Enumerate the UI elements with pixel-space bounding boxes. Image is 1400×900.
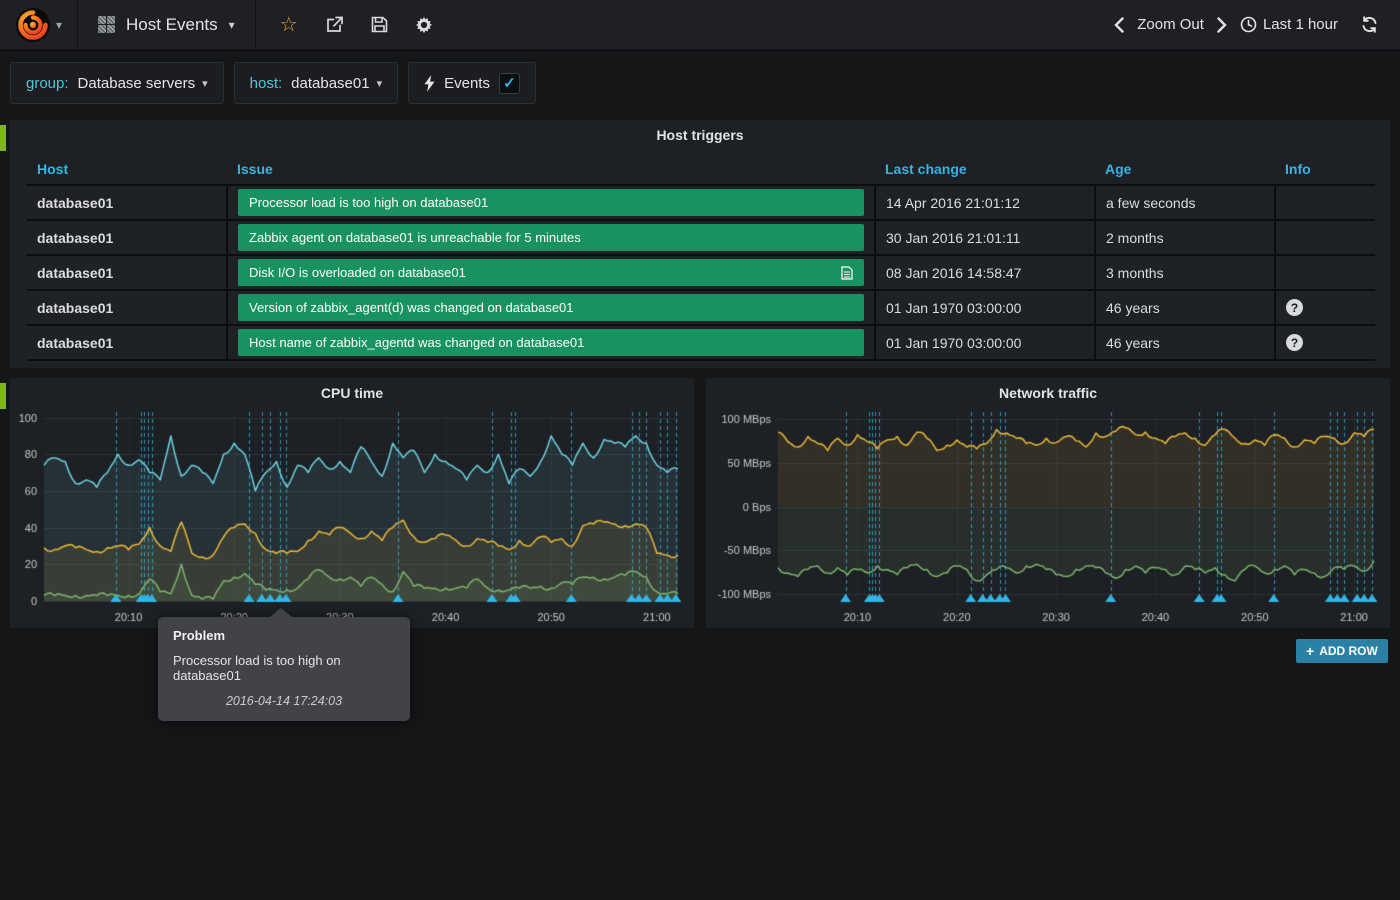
- info-cell: [1275, 255, 1375, 290]
- events-checkbox[interactable]: ✓: [499, 73, 520, 94]
- age-cell: 46 years: [1095, 290, 1275, 325]
- clock-icon: [1240, 16, 1257, 33]
- dashboard-title-caret: ▾: [229, 18, 235, 32]
- last-change-cell: 30 Jan 2016 21:01:11: [875, 220, 1095, 255]
- settings-gear-icon[interactable]: [415, 16, 433, 34]
- chevron-down-icon: ▾: [377, 77, 383, 90]
- chevron-down-icon: ▾: [202, 77, 208, 90]
- triggers-table: Host Issue Last change Age Info database…: [27, 154, 1375, 361]
- issue-text: Disk I/O is overloaded on database01: [249, 265, 466, 280]
- question-circle-icon[interactable]: ?: [1286, 334, 1303, 351]
- dashboard-actions: ☆: [256, 15, 457, 35]
- save-icon[interactable]: [371, 16, 388, 33]
- dashboard-grid-icon: [98, 16, 115, 33]
- time-range-picker[interactable]: Last 1 hour: [1240, 16, 1338, 33]
- age-cell: 3 months: [1095, 255, 1275, 290]
- host-cell: database01: [27, 290, 227, 325]
- column-header-last-change[interactable]: Last change: [875, 154, 1095, 185]
- logo-dropdown-caret: ▾: [56, 18, 62, 32]
- age-cell: a few seconds: [1095, 185, 1275, 220]
- cpu-time-panel: CPU time: [10, 378, 694, 628]
- dashboard-title: Host Events: [126, 15, 218, 35]
- trigger-severity-badge[interactable]: Host name of zabbix_agentd was changed o…: [238, 329, 864, 356]
- time-range-label: Last 1 hour: [1263, 16, 1338, 33]
- column-header-host[interactable]: Host: [27, 154, 227, 185]
- cpu-chart-canvas[interactable]: [10, 402, 694, 628]
- table-row: database01 Disk I/O is overloaded on dat…: [27, 255, 1375, 290]
- row-collapse-handle[interactable]: [0, 383, 6, 409]
- dashboard-picker[interactable]: Host Events ▾: [78, 0, 256, 51]
- group-variable-label: group:: [26, 75, 69, 92]
- issue-text: Host name of zabbix_agentd was changed o…: [249, 335, 584, 350]
- issue-text: Zabbix agent on database01 is unreachabl…: [249, 230, 581, 245]
- host-cell: database01: [27, 220, 227, 255]
- table-row: database01 Host name of zabbix_agentd wa…: [27, 325, 1375, 360]
- info-cell: [1275, 220, 1375, 255]
- last-change-cell: 14 Apr 2016 21:01:12: [875, 185, 1095, 220]
- issue-text: Version of zabbix_agent(d) was changed o…: [249, 300, 574, 315]
- panel-title[interactable]: CPU time: [10, 378, 694, 401]
- age-cell: 46 years: [1095, 325, 1275, 360]
- trigger-severity-badge[interactable]: Version of zabbix_agent(d) was changed o…: [238, 294, 864, 321]
- host-variable-dropdown[interactable]: host: database01 ▾: [234, 62, 398, 104]
- age-cell: 2 months: [1095, 220, 1275, 255]
- events-annotation-toggle[interactable]: Events ✓: [408, 62, 536, 104]
- host-variable-label: host:: [250, 75, 283, 92]
- tooltip-title: Problem: [173, 628, 395, 643]
- template-variables-row: group: Database servers ▾ host: database…: [10, 62, 536, 104]
- table-row: database01 Zabbix agent on database01 is…: [27, 220, 1375, 255]
- issue-text: Processor load is too high on database01: [249, 195, 488, 210]
- question-circle-icon[interactable]: ?: [1286, 299, 1303, 316]
- grafana-logo-menu[interactable]: ▾: [0, 0, 78, 51]
- host-variable-value: database01: [291, 75, 369, 92]
- table-header-row: Host Issue Last change Age Info: [27, 154, 1375, 185]
- info-cell: ?: [1275, 325, 1375, 360]
- tooltip-text: Processor load is too high on database01: [173, 653, 395, 683]
- tooltip-timestamp: 2016-04-14 17:24:03: [173, 694, 395, 708]
- add-row-label: ADD ROW: [1319, 644, 1378, 658]
- events-label: Events: [444, 75, 490, 92]
- top-navbar: ▾ Host Events ▾ ☆ Zoom Out: [0, 0, 1400, 52]
- trigger-severity-badge[interactable]: Disk I/O is overloaded on database01: [238, 259, 864, 286]
- checkmark-icon: ✓: [503, 74, 516, 92]
- network-chart-canvas[interactable]: [706, 402, 1390, 628]
- panel-title[interactable]: Network traffic: [706, 378, 1390, 401]
- zoom-out-button[interactable]: Zoom Out: [1137, 16, 1204, 33]
- trigger-severity-badge[interactable]: Processor load is too high on database01: [238, 189, 864, 216]
- info-cell: [1275, 185, 1375, 220]
- host-cell: database01: [27, 325, 227, 360]
- group-variable-value: Database servers: [78, 75, 196, 92]
- plus-icon: +: [1306, 643, 1314, 659]
- host-cell: database01: [27, 185, 227, 220]
- trigger-severity-badge[interactable]: Zabbix agent on database01 is unreachabl…: [238, 224, 864, 251]
- row-collapse-handle[interactable]: [0, 125, 6, 151]
- add-row-button[interactable]: + ADD ROW: [1296, 639, 1388, 663]
- table-row: database01 Processor load is too high on…: [27, 185, 1375, 220]
- host-triggers-panel: Host triggers Host Issue Last change Age…: [10, 120, 1390, 368]
- time-controls: Zoom Out Last 1 hour: [1114, 16, 1400, 33]
- column-header-issue[interactable]: Issue: [227, 154, 875, 185]
- tooltip-arrow: [270, 608, 292, 617]
- last-change-cell: 01 Jan 1970 03:00:00: [875, 290, 1095, 325]
- chevron-left-icon[interactable]: [1114, 17, 1124, 33]
- star-icon[interactable]: ☆: [280, 15, 298, 35]
- grafana-logo-icon: [15, 7, 51, 43]
- group-variable-dropdown[interactable]: group: Database servers ▾: [10, 62, 224, 104]
- info-cell: ?: [1275, 290, 1375, 325]
- share-icon[interactable]: [325, 16, 344, 33]
- network-traffic-panel: Network traffic: [706, 378, 1390, 628]
- chevron-right-icon[interactable]: [1217, 17, 1227, 33]
- table-row: database01 Version of zabbix_agent(d) wa…: [27, 290, 1375, 325]
- last-change-cell: 08 Jan 2016 14:58:47: [875, 255, 1095, 290]
- refresh-icon[interactable]: [1361, 16, 1378, 33]
- document-icon[interactable]: [841, 266, 853, 280]
- column-header-info[interactable]: Info: [1275, 154, 1375, 185]
- column-header-age[interactable]: Age: [1095, 154, 1275, 185]
- lightning-bolt-icon: [424, 75, 435, 92]
- annotation-tooltip: Problem Processor load is too high on da…: [158, 617, 410, 721]
- host-cell: database01: [27, 255, 227, 290]
- panel-title[interactable]: Host triggers: [10, 120, 1390, 143]
- last-change-cell: 01 Jan 1970 03:00:00: [875, 325, 1095, 360]
